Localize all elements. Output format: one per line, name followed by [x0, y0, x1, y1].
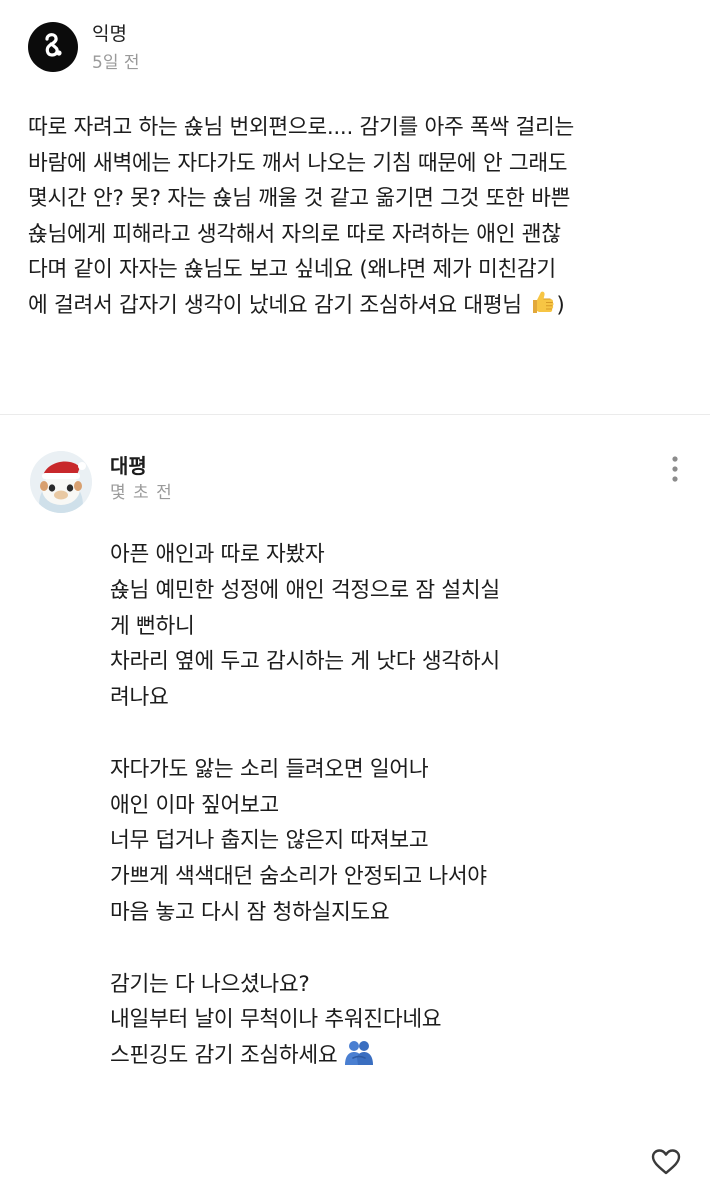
more-options-button[interactable]	[662, 451, 688, 487]
comment-time: 몇 초 전	[110, 483, 173, 503]
comment-body: 아픈 애인과 따로 자봤자 숁님 예민한 성정에 애인 걱정으로 잠 설치실 게…	[110, 537, 690, 1078]
post-body: 따로 자려고 하는 숁님 번외편으로.... 감기를 아주 폭싹 걸리는 바람에…	[28, 110, 690, 327]
post-author[interactable]: 익명	[92, 22, 127, 46]
anonymous-logo-icon	[45, 33, 62, 57]
comment-avatar[interactable]	[30, 451, 92, 513]
like-button[interactable]	[650, 1146, 682, 1178]
comment: 대평 몇 초 전 아픈 애인과 따로 자봤자 숁님 예민한 성정에 애인 걱정으…	[0, 415, 710, 1200]
post-body-end: )	[556, 292, 565, 318]
anonymous-avatar[interactable]	[28, 22, 78, 72]
vertical-dots-icon	[672, 456, 678, 482]
comment-body-text: 아픈 애인과 따로 자봤자 숁님 예민한 성정에 애인 걱정으로 잠 설치실 게…	[110, 542, 500, 1069]
post-body-text: 따로 자려고 하는 숁님 번외편으로.... 감기를 아주 폭싹 걸리는 바람에…	[28, 115, 574, 318]
people-hugging-icon	[344, 1038, 374, 1078]
comment-author[interactable]: 대평	[110, 453, 147, 479]
thumbs-up-icon	[528, 288, 556, 328]
post-time: 5일 전	[92, 53, 140, 73]
post: 익명 5일 전 따로 자려고 하는 숁님 번외편으로.... 감기를 아주 폭싹…	[0, 0, 710, 414]
avatar-santa-hat-icon	[30, 451, 92, 513]
heart-outline-icon	[651, 1149, 681, 1175]
